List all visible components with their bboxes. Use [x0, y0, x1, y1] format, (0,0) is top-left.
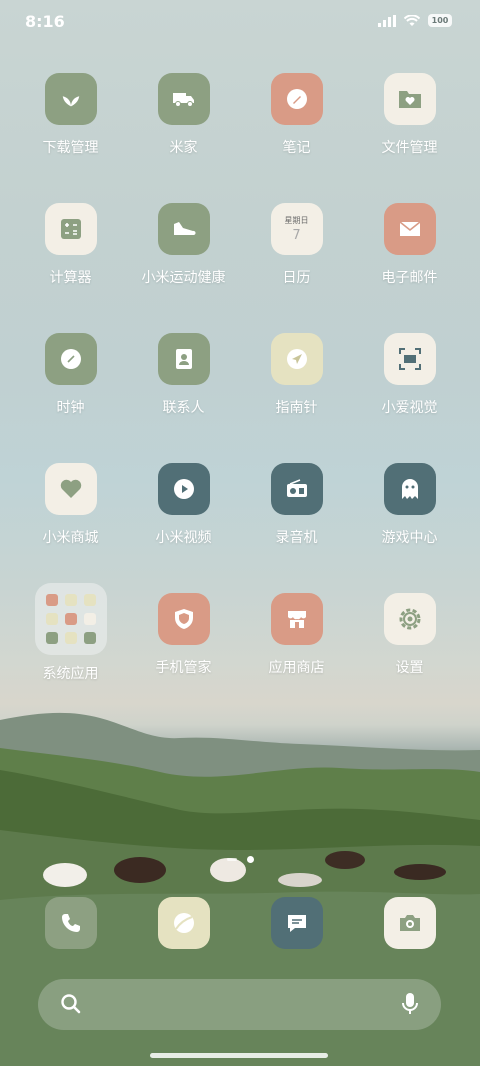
- message-icon: [270, 897, 323, 949]
- calendar-icon: 星期日 7: [270, 203, 323, 255]
- app-label: 电子邮件: [381, 270, 438, 286]
- app-label: 设置: [395, 660, 424, 676]
- dock-phone[interactable]: [14, 894, 127, 949]
- heart-icon: [44, 463, 97, 515]
- app-mi-fitness[interactable]: 小米运动健康: [127, 200, 240, 287]
- app-label: 联系人: [162, 400, 205, 416]
- app-label: 小米视频: [155, 530, 212, 546]
- app-label: 游戏中心: [381, 530, 438, 546]
- calculator-icon: [44, 203, 97, 255]
- leaf-icon: [44, 73, 97, 125]
- app-email[interactable]: 电子邮件: [353, 200, 466, 287]
- radio-icon: [270, 463, 323, 515]
- microphone-icon[interactable]: [401, 992, 419, 1016]
- app-notes[interactable]: 笔记: [240, 70, 353, 157]
- dock-messages[interactable]: [240, 894, 353, 949]
- wifi-icon: [404, 14, 420, 26]
- app-label: 时钟: [56, 400, 85, 416]
- app-label: 手机管家: [155, 660, 212, 676]
- app-label: 应用商店: [268, 660, 325, 676]
- calendar-date: 7: [292, 228, 301, 243]
- signal-icon: [378, 14, 396, 27]
- play-icon: [157, 463, 210, 515]
- truck-icon: [157, 73, 210, 125]
- app-label: 米家: [169, 140, 198, 156]
- mail-icon: [383, 203, 436, 255]
- app-clock[interactable]: 时钟: [14, 330, 127, 417]
- browser-icon: [157, 897, 210, 949]
- app-security[interactable]: 手机管家: [127, 590, 240, 677]
- status-time: 8:16: [25, 12, 65, 31]
- home-indicator[interactable]: [150, 1053, 328, 1058]
- page-dot: [226, 858, 237, 861]
- compass-icon: [270, 333, 323, 385]
- app-label: 小米商城: [42, 530, 99, 546]
- scan-icon: [383, 333, 436, 385]
- contact-icon: [157, 333, 210, 385]
- app-mi-video[interactable]: 小米视频: [127, 460, 240, 547]
- app-file-manager[interactable]: 文件管理: [353, 70, 466, 157]
- page-indicator[interactable]: [0, 856, 480, 863]
- app-recorder[interactable]: 录音机: [240, 460, 353, 547]
- app-mijia[interactable]: 米家: [127, 70, 240, 157]
- app-folder-system-apps[interactable]: 系统应用: [14, 583, 127, 683]
- app-xiaoai-vision[interactable]: 小爱视觉: [353, 330, 466, 417]
- search-bar[interactable]: [38, 979, 441, 1030]
- pen-icon: [270, 73, 323, 125]
- folder-icon: [34, 583, 107, 655]
- battery-icon: 100: [428, 14, 452, 27]
- app-calendar[interactable]: 星期日 7 日历: [240, 200, 353, 287]
- app-label: 小米运动健康: [141, 270, 226, 286]
- page-dot-active: [246, 856, 254, 863]
- app-settings[interactable]: 设置: [353, 590, 466, 677]
- app-mi-store[interactable]: 小米商城: [14, 460, 127, 547]
- dock-browser[interactable]: [127, 894, 240, 949]
- camera-icon: [383, 897, 436, 949]
- app-game-center[interactable]: 游戏中心: [353, 460, 466, 547]
- shoe-icon: [157, 203, 210, 255]
- dock-camera[interactable]: [353, 894, 466, 949]
- status-bar: 8:16 100: [0, 0, 480, 44]
- app-label: 笔记: [282, 140, 311, 156]
- app-label: 系统应用: [42, 666, 99, 682]
- app-download-manager[interactable]: 下载管理: [14, 70, 127, 157]
- phone-icon: [44, 897, 97, 949]
- app-label: 指南针: [275, 400, 318, 416]
- clock-icon: [44, 333, 97, 385]
- app-label: 文件管理: [381, 140, 438, 156]
- app-label: 录音机: [275, 530, 318, 546]
- app-label: 下载管理: [42, 140, 99, 156]
- search-icon: [61, 994, 81, 1014]
- gear-icon: [383, 593, 436, 645]
- app-label: 计算器: [49, 270, 92, 286]
- app-contacts[interactable]: 联系人: [127, 330, 240, 417]
- ghost-icon: [383, 463, 436, 515]
- shield-icon: [157, 593, 210, 645]
- store-icon: [270, 593, 323, 645]
- app-label: 小爱视觉: [381, 400, 438, 416]
- folder-heart-icon: [383, 73, 436, 125]
- calendar-day: 星期日: [284, 216, 309, 225]
- app-app-store[interactable]: 应用商店: [240, 590, 353, 677]
- app-label: 日历: [282, 270, 311, 286]
- app-compass[interactable]: 指南针: [240, 330, 353, 417]
- app-calculator[interactable]: 计算器: [14, 200, 127, 287]
